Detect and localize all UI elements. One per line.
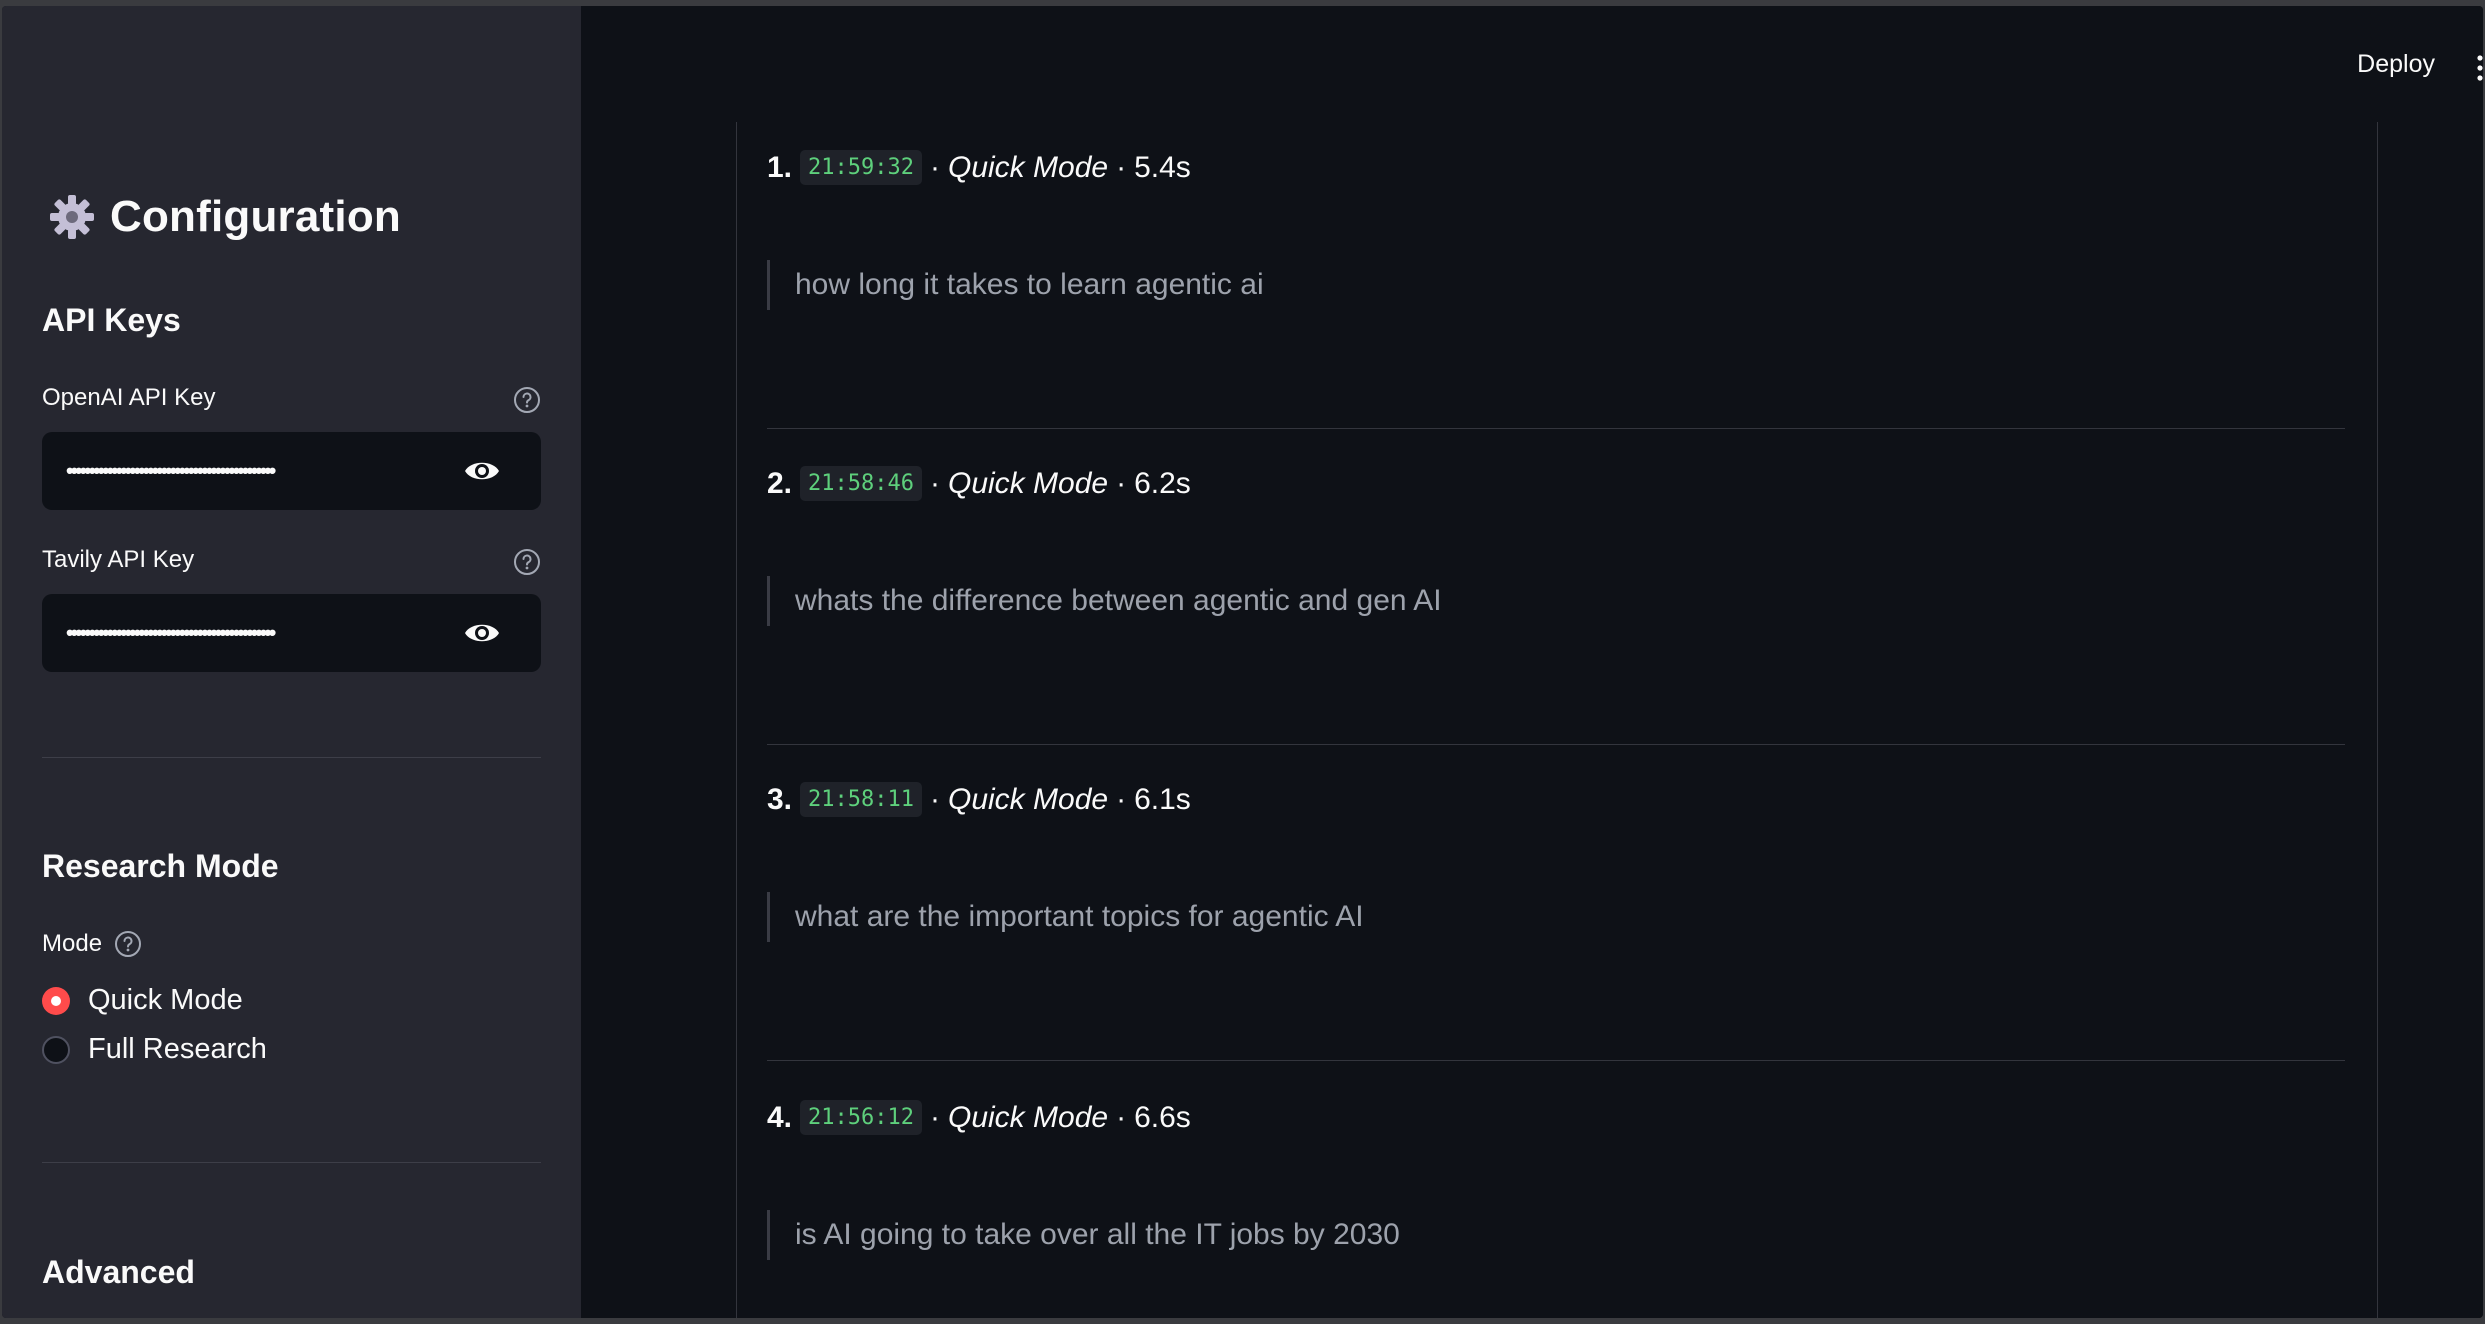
entry-separator: · [930,1100,940,1134]
entry-duration: 6.6s [1134,1100,1191,1134]
mode-label-row: Mode [42,930,142,958]
help-icon[interactable] [513,386,541,414]
entry-separator: · [930,466,940,500]
entry-timestamp: 21:59:32 [800,150,922,185]
tavily-key-label: Tavily API Key [42,546,195,573]
entry-duration: 6.1s [1134,782,1191,816]
entry-mode: Quick Mode [948,466,1109,500]
advanced-heading: Advanced [42,1254,195,1290]
sidebar-divider [42,757,541,758]
more-menu-icon[interactable] [2475,54,2483,82]
tavily-key-input[interactable]: ••••••••••••••••••••••••••••••••••••••••… [42,594,541,672]
entry-header: 3. 21:58:11 · Quick Mode · 6.1s [767,782,1191,817]
radio-unselected[interactable] [42,1035,70,1064]
research-mode-heading: Research Mode [42,848,279,884]
entry-separator: · [1116,466,1127,500]
deploy-button[interactable]: Deploy [2357,50,2435,79]
radio-label[interactable]: Quick Mode [88,984,243,1017]
app-window: Configuration API Keys OpenAI API Key ••… [2,6,2483,1318]
radio-quick-mode[interactable]: Quick Mode [42,984,243,1017]
entry-number: 3. [767,782,793,816]
help-icon[interactable] [114,930,142,958]
sidebar-title: Configuration [48,192,401,242]
entry-query: how long it takes to learn agentic ai [767,260,1264,310]
openai-key-input[interactable]: ••••••••••••••••••••••••••••••••••••••••… [42,432,541,510]
radio-full-research[interactable]: Full Research [42,1033,267,1066]
entry-number: 1. [767,150,793,184]
entry-query: what are the important topics for agenti… [767,892,1364,942]
entry-query: is AI going to take over all the IT jobs… [767,1210,1400,1260]
entry-query: whats the difference between agentic and… [767,576,1442,626]
eye-icon[interactable] [463,455,501,487]
entry-timestamp: 21:56:12 [800,1100,922,1135]
radio-selected[interactable] [42,986,70,1015]
entry-divider [767,428,2345,429]
gear-icon [50,195,94,239]
entry-separator: · [930,782,940,816]
entry-mode: Quick Mode [948,782,1109,816]
entry-divider [767,744,2345,745]
entry-duration: 6.2s [1134,466,1191,500]
entry-divider [767,1060,2345,1061]
entry-header: 4. 21:56:12 · Quick Mode · 6.6s [767,1100,1191,1135]
help-icon[interactable] [513,548,541,576]
entry-timestamp: 21:58:46 [800,466,922,501]
entry-number: 2. [767,466,793,500]
entry-mode: Quick Mode [948,150,1109,184]
sidebar-title-text: Configuration [110,192,401,241]
entry-duration: 5.4s [1134,150,1191,184]
entry-header: 1. 21:59:32 · Quick Mode · 5.4s [767,150,1191,185]
eye-icon[interactable] [463,617,501,649]
entry-mode: Quick Mode [948,1100,1109,1134]
entry-separator: · [1116,150,1127,184]
entry-number: 4. [767,1100,793,1134]
entry-timestamp: 21:58:11 [800,782,922,817]
entry-separator: · [930,150,940,184]
openai-key-value[interactable]: ••••••••••••••••••••••••••••••••••••••••… [66,432,438,510]
radio-label[interactable]: Full Research [88,1033,267,1066]
openai-key-label: OpenAI API Key [42,384,216,411]
tavily-key-value[interactable]: ••••••••••••••••••••••••••••••••••••••••… [66,594,438,672]
sidebar-divider [42,1162,541,1163]
mode-label: Mode [42,930,103,957]
entry-separator: · [1116,1100,1127,1134]
history-list: 1. 21:59:32 · Quick Mode · 5.4s how long… [736,122,2378,1318]
main-area: Deploy 1. 21:59:32 · Quick Mode · 5.4s h… [581,6,2483,1318]
sidebar: Configuration API Keys OpenAI API Key ••… [2,6,581,1318]
api-keys-heading: API Keys [42,302,181,338]
entry-separator: · [1116,782,1127,816]
entry-header: 2. 21:58:46 · Quick Mode · 6.2s [767,466,1191,501]
